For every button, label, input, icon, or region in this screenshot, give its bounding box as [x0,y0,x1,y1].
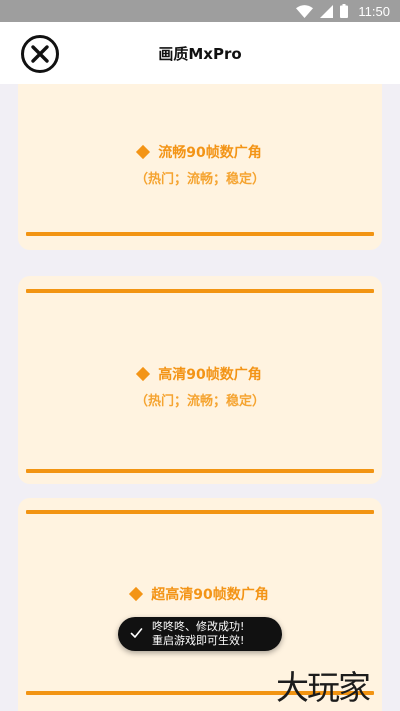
toast-line-2: 重启游戏即可生效! [152,634,245,647]
option-name: 流畅90帧数广角 [158,145,262,161]
option-card-smooth[interactable]: 流畅90帧数广角 （热门；流畅；稳定） [18,84,382,250]
status-bar: 11:50 [0,0,400,22]
option-card-hd[interactable]: 高清90帧数广角 （热门；流畅；稳定） [18,276,382,484]
card-bar-top [26,289,374,293]
card-bar-bottom [26,469,374,473]
toast-message: 咚咚咚、修改成功! 重启游戏即可生效! [152,620,244,648]
card-bar-bottom [26,232,374,236]
page-title: 画质MxPro [158,45,242,63]
status-icons: 11:50 [296,0,390,22]
option-tags: （热门；流畅；稳定） [134,172,265,187]
diamond-icon [129,586,144,602]
option-name: 超高清90帧数广角 [151,587,269,603]
battery-icon [340,4,349,18]
status-time: 11:50 [358,3,390,19]
diamond-icon [136,144,151,160]
toast-line-1: 咚咚咚、修改成功! [152,620,245,633]
wifi-icon [296,4,314,18]
success-toast: 咚咚咚、修改成功! 重启游戏即可生效! [118,617,282,651]
option-name: 高清90帧数广角 [158,367,262,383]
card-bar-top [26,510,374,514]
watermark: 大玩家 [276,668,371,707]
option-tags: （热门；流畅；稳定） [134,394,265,409]
check-icon [130,628,143,638]
signal-icon [320,4,334,18]
diamond-icon [136,366,151,382]
app-header: 画质MxPro [0,22,400,84]
